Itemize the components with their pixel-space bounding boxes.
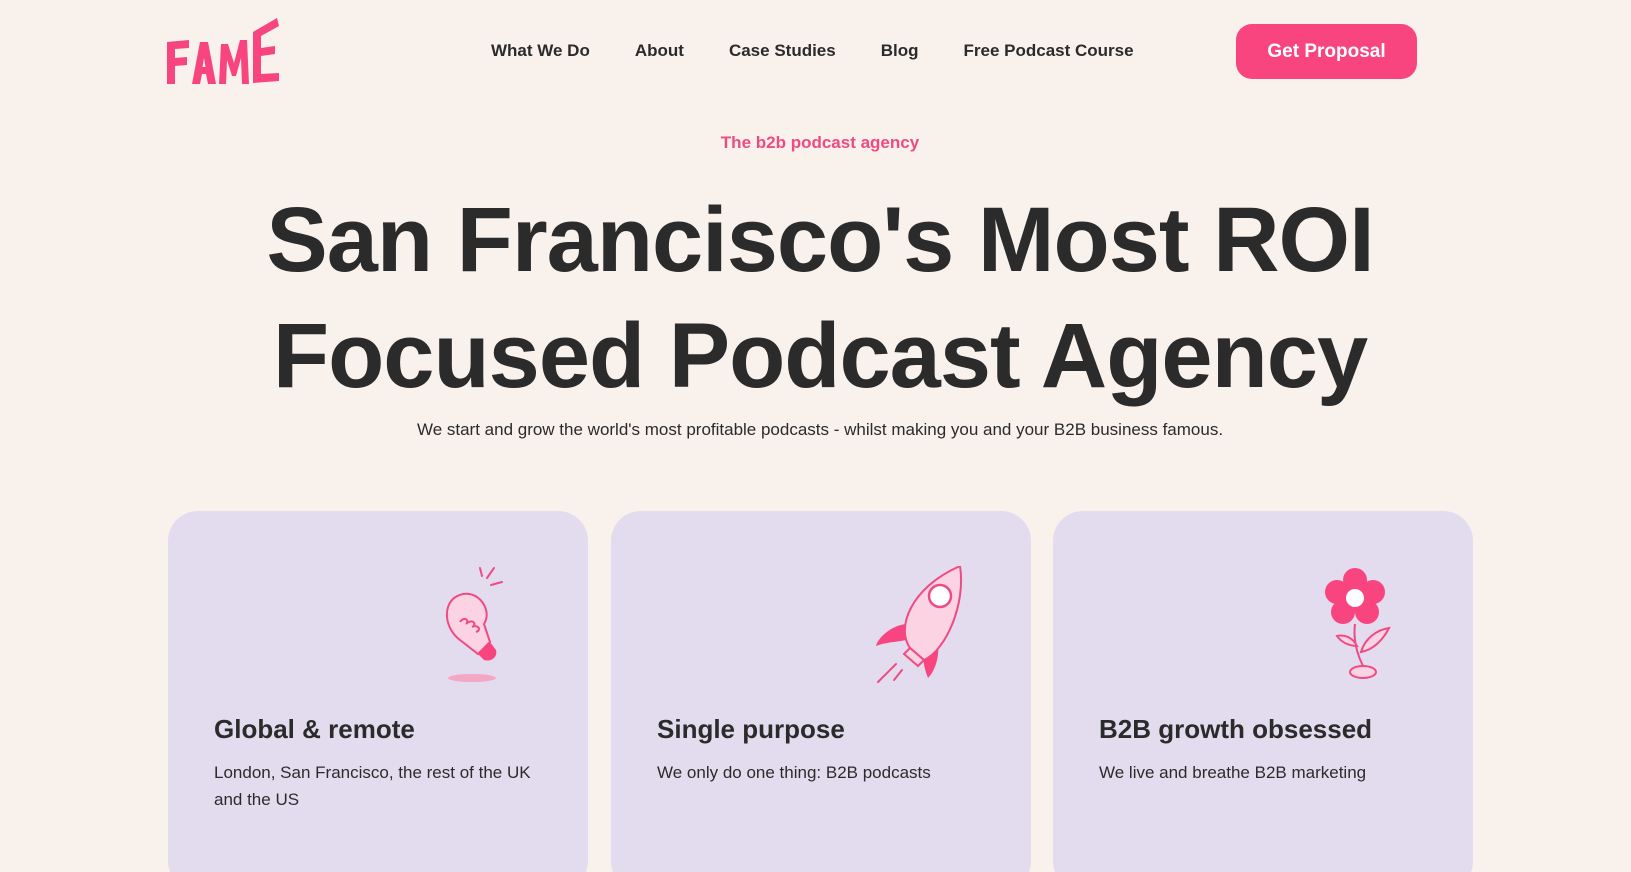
fame-logo-mark <box>167 18 279 84</box>
nav-about[interactable]: About <box>635 41 684 61</box>
feature-card-b2b-growth: B2B growth obsessed We live and breathe … <box>1053 511 1473 872</box>
nav-free-podcast-course[interactable]: Free Podcast Course <box>964 41 1134 61</box>
hero-headline-line-2: Focused Podcast Agency <box>272 305 1368 407</box>
hero-headline-line-1: San Francisco's Most ROI <box>266 189 1374 291</box>
fame-logo[interactable] <box>167 18 283 86</box>
feature-card-global-remote: Global & remote London, San Francisco, t… <box>168 511 588 872</box>
flower-icon <box>1323 566 1403 691</box>
rocket-icon <box>866 564 966 691</box>
feature-title: B2B growth obsessed <box>1099 714 1373 744</box>
site-header: What We Do About Case Studies Blog Free … <box>0 0 1631 104</box>
feature-card-single-purpose: Single purpose We only do one thing: B2B… <box>611 511 1031 872</box>
hero-subline: We start and grow the world's most profi… <box>416 420 1224 439</box>
hero-eyebrow: The b2b podcast agency <box>720 133 920 152</box>
get-proposal-button[interactable]: Get Proposal <box>1236 24 1417 79</box>
feature-text: We only do one thing: B2B podcasts <box>657 763 931 782</box>
feature-text: We live and breathe B2B marketing <box>1099 763 1367 782</box>
main-nav: What We Do About Case Studies Blog Free … <box>491 39 1134 63</box>
nav-case-studies[interactable]: Case Studies <box>729 41 836 61</box>
hero-headline: San Francisco's Most ROI Focused Podcast… <box>0 182 1631 414</box>
nav-what-we-do[interactable]: What We Do <box>491 41 590 61</box>
nav-blog[interactable]: Blog <box>881 41 919 61</box>
feature-title: Global & remote <box>214 714 415 744</box>
feature-text: London, San Francisco, the rest of the U… <box>214 763 531 809</box>
lightbulb-icon <box>438 566 518 691</box>
feature-title: Single purpose <box>657 714 845 744</box>
